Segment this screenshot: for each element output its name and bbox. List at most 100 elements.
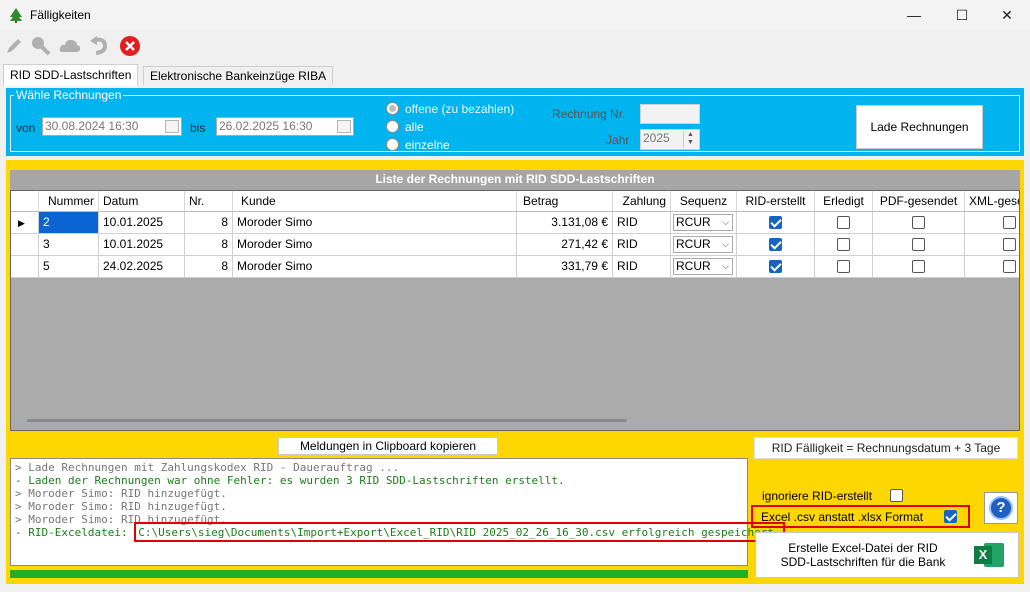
sequenz-select[interactable]: RCUR ⌵ [673, 214, 733, 231]
col-nr[interactable]: Nr. [185, 191, 233, 212]
invoice-nr-label: Rechnung Nr. [552, 107, 626, 121]
erledigt-checkbox[interactable] [837, 216, 850, 229]
col-rid-erstellt[interactable]: RID-erstellt [737, 191, 815, 212]
cell-erledigt [815, 212, 873, 234]
sequenz-select[interactable]: RCUR ⌵ [673, 258, 733, 275]
cell-nr[interactable]: 8 [185, 212, 233, 234]
rid-erstellt-checkbox[interactable] [769, 216, 782, 229]
cell-xml-gesendet [965, 256, 1019, 278]
col-zahlung[interactable]: Zahlung [613, 191, 671, 212]
cell-sequenz[interactable]: RCUR ⌵ [671, 234, 737, 256]
cell-nr[interactable]: 8 [185, 234, 233, 256]
from-label: von [16, 121, 36, 135]
undo-icon[interactable] [88, 35, 110, 57]
col-datum[interactable]: Datum [99, 191, 185, 212]
sequenz-value: RCUR [676, 259, 711, 273]
row-header-corner [11, 191, 39, 212]
from-date-field[interactable]: 30.08.2024 16:30 [42, 117, 182, 136]
cell-datum[interactable]: 24.02.2025 [99, 256, 185, 278]
calendar-dropdown-icon[interactable] [165, 120, 179, 133]
xml-gesendet-checkbox[interactable] [1003, 238, 1016, 251]
sequenz-value: RCUR [676, 237, 711, 251]
create-excel-button[interactable]: Erstelle Excel-Datei der RID SDD-Lastsch… [755, 532, 1019, 578]
erledigt-checkbox[interactable] [837, 238, 850, 251]
invoice-grid[interactable]: Nummer Datum Nr. Kunde Betrag Zahlung Se… [10, 190, 1020, 431]
stepper-arrows-icon[interactable]: ▲ ▼ [683, 131, 697, 148]
cell-sequenz[interactable]: RCUR ⌵ [671, 212, 737, 234]
cell-erledigt [815, 234, 873, 256]
chevron-down-icon[interactable]: ⌵ [722, 237, 729, 252]
cloud-icon[interactable] [58, 35, 80, 57]
radio-offene[interactable] [386, 102, 399, 115]
tab-riba[interactable]: Elektronische Bankeinzüge RIBA [143, 66, 334, 85]
horizontal-scrollbar[interactable] [27, 419, 627, 422]
close-window-button[interactable]: ✕ [984, 0, 1030, 30]
cell-datum[interactable]: 10.01.2025 [99, 234, 185, 256]
cell-kunde[interactable]: Moroder Simo [233, 212, 517, 234]
year-stepper[interactable]: 2025 ▲ ▼ [640, 129, 700, 150]
cell-betrag[interactable]: 331,79 € [517, 256, 613, 278]
row-header[interactable]: ▶ [11, 212, 39, 234]
xml-gesendet-checkbox[interactable] [1003, 216, 1016, 229]
cell-pdf-gesendet [873, 256, 965, 278]
cell-zahlung[interactable]: RID [613, 256, 671, 278]
cell-nummer[interactable]: 3 [39, 234, 99, 256]
cell-erledigt [815, 256, 873, 278]
chevron-down-icon[interactable]: ⌵ [722, 259, 729, 274]
tab-rid-sdd[interactable]: RID SDD-Lastschriften [3, 64, 139, 86]
copy-messages-button[interactable]: Meldungen in Clipboard kopieren [278, 437, 498, 455]
row-header[interactable] [11, 256, 39, 278]
col-nummer[interactable]: Nummer [39, 191, 99, 212]
rid-erstellt-checkbox[interactable] [769, 238, 782, 251]
current-row-arrow-icon: ▶ [18, 218, 25, 228]
message-log: > Lade Rechnungen mit Zahlungskodex RID … [10, 458, 785, 566]
cell-nummer[interactable]: 2 [39, 212, 99, 234]
chevron-down-icon[interactable]: ⌵ [722, 215, 729, 230]
maximize-button[interactable]: ☐ [939, 0, 985, 30]
to-date-field[interactable]: 26.02.2025 16:30 [216, 117, 354, 136]
col-erledigt[interactable]: Erledigt [815, 191, 873, 212]
close-red-icon[interactable] [119, 35, 141, 57]
col-sequenz[interactable]: Sequenz [671, 191, 737, 212]
cell-datum[interactable]: 10.01.2025 [99, 212, 185, 234]
cell-sequenz[interactable]: RCUR ⌵ [671, 256, 737, 278]
cell-zahlung[interactable]: RID [613, 212, 671, 234]
radio-alle-label: alle [405, 120, 424, 134]
xml-gesendet-checkbox[interactable] [1003, 260, 1016, 273]
search-icon[interactable] [29, 35, 51, 57]
log-file-line: - RID-Exceldatei: C:\Users\sieg\Document… [15, 522, 785, 542]
pdf-gesendet-checkbox[interactable] [912, 260, 925, 273]
cell-nr[interactable]: 8 [185, 256, 233, 278]
cell-kunde[interactable]: Moroder Simo [233, 256, 517, 278]
erledigt-checkbox[interactable] [837, 260, 850, 273]
log-line: - Laden der Rechnungen war ohne Fehler: … [15, 474, 565, 487]
col-xml-gesendet[interactable]: XML-gese [965, 191, 1019, 212]
sequenz-select[interactable]: RCUR ⌵ [673, 236, 733, 253]
to-label: bis [190, 121, 206, 135]
pencil-icon[interactable] [3, 35, 25, 57]
pdf-gesendet-checkbox[interactable] [912, 216, 925, 229]
pdf-gesendet-checkbox[interactable] [912, 238, 925, 251]
cell-zahlung[interactable]: RID [613, 234, 671, 256]
invoice-nr-input[interactable] [640, 104, 700, 124]
col-betrag[interactable]: Betrag [517, 191, 613, 212]
radio-einzelne[interactable] [386, 138, 399, 151]
cell-betrag[interactable]: 3.131,08 € [517, 212, 613, 234]
row-header[interactable] [11, 234, 39, 256]
csv-format-checkbox[interactable] [944, 510, 957, 523]
cell-betrag[interactable]: 271,42 € [517, 234, 613, 256]
col-kunde[interactable]: Kunde [233, 191, 517, 212]
minimize-button[interactable]: — [891, 0, 937, 30]
rid-erstellt-checkbox[interactable] [769, 260, 782, 273]
calendar-dropdown-icon[interactable] [337, 120, 351, 133]
from-date-value: 30.08.2024 16:30 [45, 119, 139, 133]
load-invoices-button[interactable]: Lade Rechnungen [856, 105, 983, 149]
ignore-rid-checkbox[interactable] [890, 489, 903, 502]
radio-alle[interactable] [386, 120, 399, 133]
cell-kunde[interactable]: Moroder Simo [233, 234, 517, 256]
cell-nummer[interactable]: 5 [39, 256, 99, 278]
log-file-prefix: - RID-Exceldatei: [15, 526, 135, 539]
cell-pdf-gesendet [873, 212, 965, 234]
help-button[interactable]: ? [984, 492, 1018, 524]
col-pdf-gesendet[interactable]: PDF-gesendet [873, 191, 965, 212]
